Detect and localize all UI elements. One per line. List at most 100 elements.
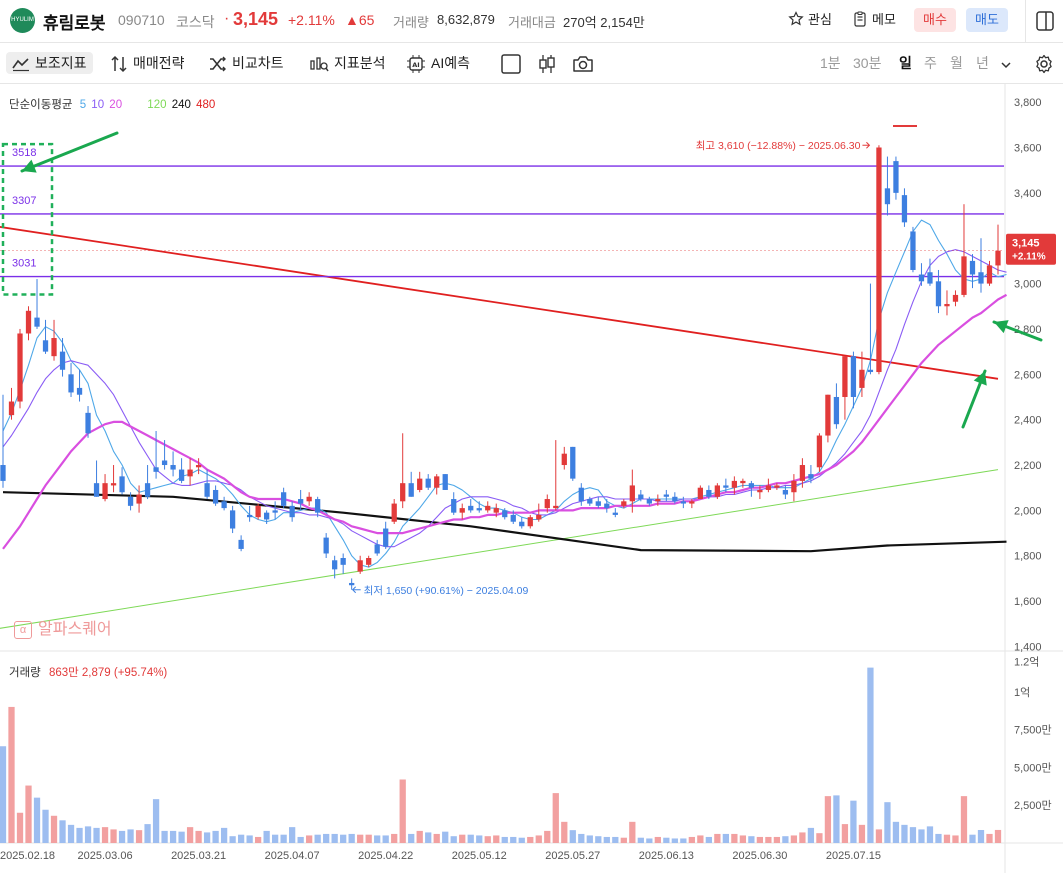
volume-bar (433, 833, 440, 843)
candle-type-button[interactable] (537, 52, 562, 74)
candle (8, 387, 15, 420)
tool-analysis[interactable]: 지표분석 (309, 52, 386, 74)
candle-body (493, 508, 499, 513)
candle (119, 467, 125, 495)
shuffle-icon (210, 56, 226, 72)
volume-bar (254, 836, 262, 843)
candle-body (59, 351, 66, 370)
favorite-button[interactable]: 관심 (788, 8, 832, 32)
volume-bar (340, 834, 347, 843)
panel-toggle-button[interactable] (1025, 0, 1063, 42)
candle-body (765, 485, 772, 490)
buy-button[interactable]: 매수 (914, 8, 956, 32)
tool-ai-forecast-label: AI예측 (431, 55, 470, 71)
ma-line-10 (2, 249, 1007, 548)
settings-button[interactable] (1034, 52, 1059, 74)
ma-legend-10: 10 (91, 99, 105, 111)
candle-body (298, 499, 304, 504)
volume-bar (42, 809, 49, 843)
volume-bar (416, 830, 423, 843)
strategy-icon (111, 56, 127, 73)
volume-bar (722, 833, 729, 843)
candle-body (349, 582, 355, 586)
volume-bar (306, 835, 313, 843)
change-percent: +2.11% (288, 12, 335, 28)
candle-body (748, 483, 755, 488)
candle (281, 487, 287, 509)
ma-legend-480: 480 (196, 99, 216, 111)
date-axis: 2025.02.18 2025.03.06 2025.03.21 2025.04.07… (0, 850, 881, 862)
volume-legend-value: 863만 2,879 (+95.74%) (48, 667, 168, 679)
candle-body (76, 387, 83, 395)
star-icon (788, 11, 804, 26)
date-tick-label: 2025.05.27 (545, 850, 600, 862)
date-tick-label: 2025.06.30 (732, 850, 787, 862)
candle-body (119, 476, 125, 493)
candle-body (187, 469, 193, 477)
period-1min[interactable]: 1분 (820, 52, 841, 74)
volume-bar (203, 832, 211, 843)
tool-compare-label: 비교차트 (232, 55, 284, 71)
period-dropdown[interactable] (1000, 53, 1017, 75)
period-week[interactable]: 주 (924, 52, 937, 74)
candle-body (995, 250, 1001, 266)
volume-bar (382, 835, 389, 843)
volume-bar (892, 821, 900, 843)
screenshot-button[interactable] (572, 52, 599, 74)
candle-body (782, 489, 789, 495)
candle (816, 433, 823, 472)
candle (570, 446, 576, 481)
candle-body (731, 480, 738, 488)
tool-compare[interactable]: 비교차트 (209, 52, 284, 74)
volume-bar (195, 830, 202, 843)
volume-bar (977, 829, 985, 843)
tool-indicators[interactable]: 보조지표 (6, 52, 93, 74)
sell-button[interactable]: 매도 (966, 8, 1008, 32)
chart-style-square-button[interactable] (500, 52, 527, 75)
candle-body (195, 465, 202, 468)
candle-body (816, 435, 823, 468)
memo-button[interactable]: 메모 (852, 8, 896, 32)
candle (442, 474, 448, 490)
volume-bar (331, 833, 338, 843)
candle (315, 496, 321, 518)
tool-analysis-label: 지표분석 (334, 55, 386, 71)
volume-bar (365, 834, 372, 843)
volume-label: 거래량 (393, 15, 429, 30)
candle-body (850, 356, 857, 397)
volume-bar (561, 821, 568, 843)
price-tick-label: 1,800 (1014, 551, 1042, 563)
volume-bar (280, 834, 287, 843)
volume-bar (535, 835, 542, 843)
candle (417, 471, 423, 493)
period-day[interactable]: 일 (899, 52, 912, 74)
candle (842, 356, 848, 420)
candle-body (17, 333, 23, 402)
date-tick-label: 2025.03.06 (78, 850, 133, 862)
period-month[interactable]: 월 (950, 52, 963, 74)
candle (995, 224, 1001, 275)
volume-bar (867, 667, 874, 843)
candle-body (740, 480, 746, 484)
candle-body (289, 505, 295, 518)
level-label-3518: 3518 (12, 147, 36, 159)
price-tick-label: 3,000 (1014, 279, 1042, 291)
candle-body (544, 499, 550, 509)
candle (204, 469, 210, 500)
candle (323, 533, 329, 559)
date-tick-label: 2025.02.18 (0, 850, 55, 862)
price-chart[interactable]: 3518 3307 3031 1,400 1,600 1,800 2,000 2,200 2,… (0, 84, 1063, 873)
volume-bar (994, 829, 1002, 843)
candle (238, 535, 244, 552)
period-year[interactable]: 년 (976, 52, 989, 74)
period-30min[interactable]: 30분 (853, 52, 881, 74)
tool-ai-forecast[interactable]: AI AI예측 (406, 52, 470, 74)
candle-body (927, 272, 933, 284)
volume-bar (654, 836, 661, 843)
volume-bar (952, 835, 959, 843)
volume-bar (884, 802, 891, 843)
tool-strategy[interactable]: 매매전략 (110, 52, 185, 74)
stock-header: HYULIM 휴림로봇 090710 코스닥 · 3,145 +2.11% ▲6… (0, 0, 1063, 43)
candle-body (689, 501, 695, 504)
candle (391, 499, 397, 524)
